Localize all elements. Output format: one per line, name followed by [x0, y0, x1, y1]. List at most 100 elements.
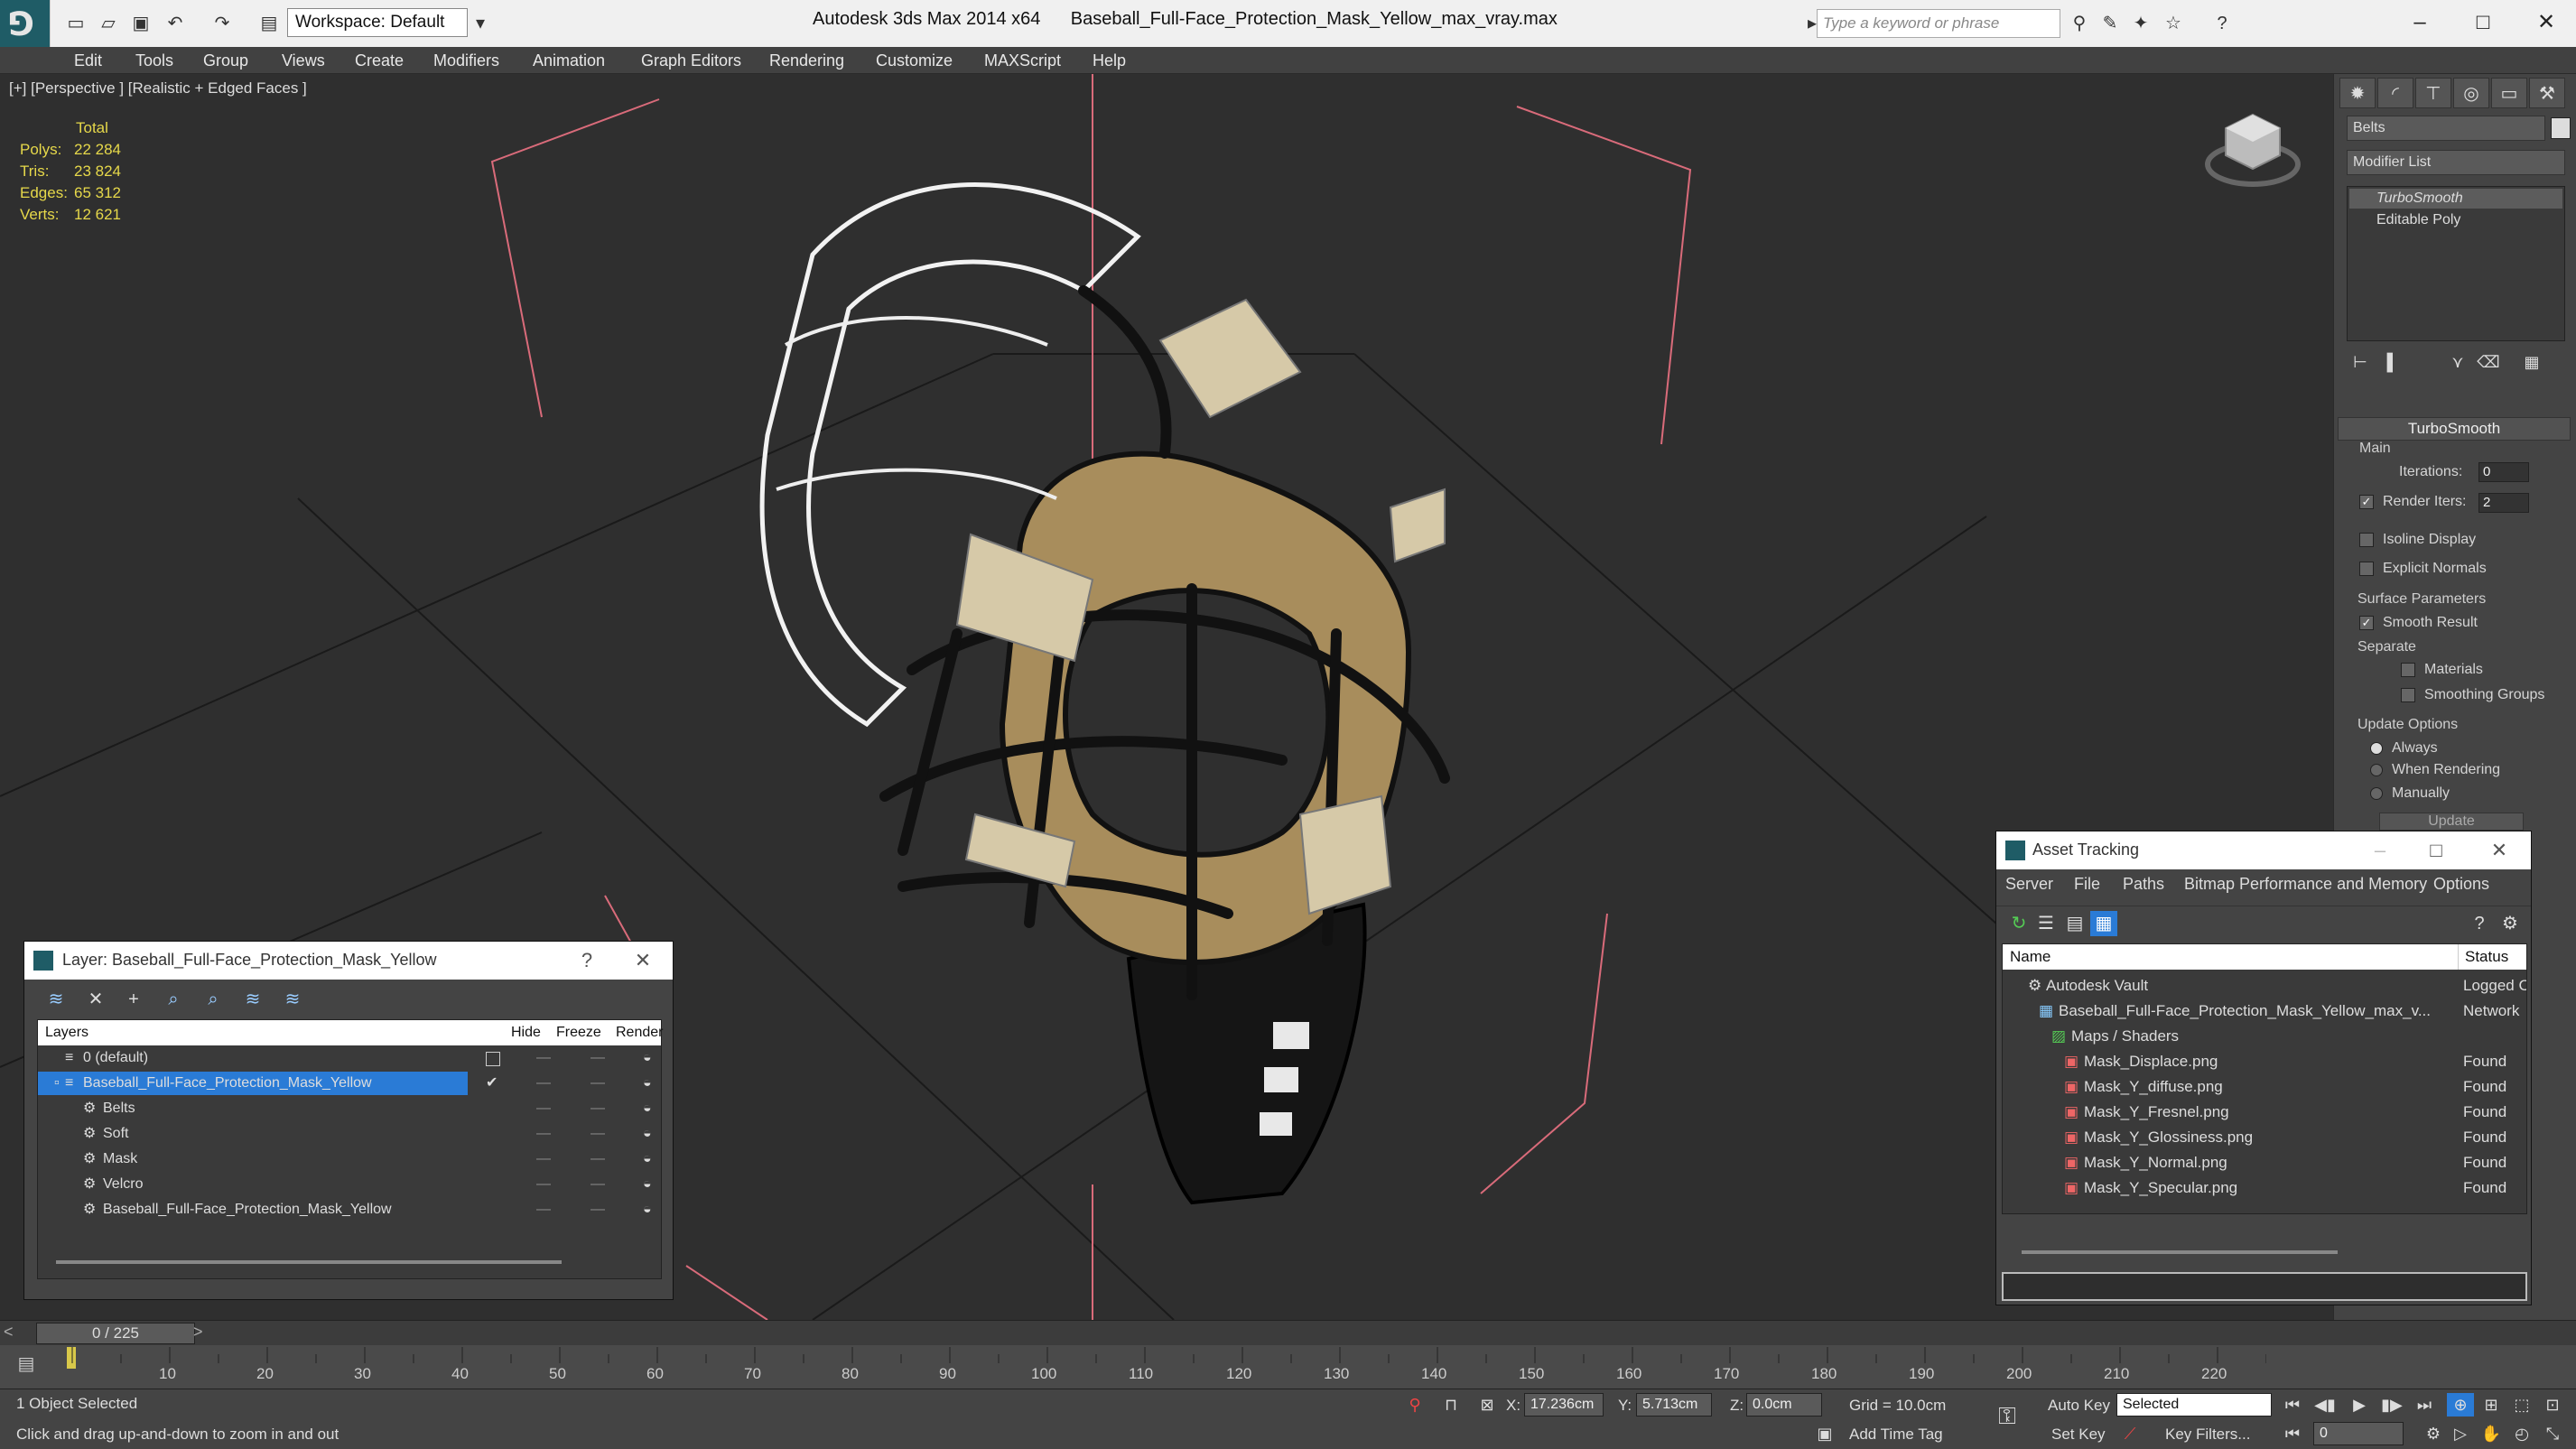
maximize-viewport-icon[interactable]: ⊡ — [2539, 1393, 2566, 1416]
layer-dialog-titlebar[interactable]: Layer: Baseball_Full-Face_Protection_Mas… — [24, 942, 673, 980]
hide-toggle-icon[interactable]: — — [536, 1045, 551, 1071]
help-icon[interactable]: ? — [2209, 11, 2236, 36]
help-icon[interactable]: ? — [2466, 911, 2493, 936]
key-filters-button[interactable]: Key Filters... — [2165, 1426, 2250, 1444]
hide-toggle-icon[interactable]: — — [536, 1172, 551, 1197]
freeze-toggle-icon[interactable]: — — [591, 1096, 605, 1121]
current-layer-check-icon[interactable]: ✔ — [486, 1071, 498, 1096]
object-color-swatch[interactable] — [2551, 117, 2571, 139]
asset-row[interactable]: ⚙ Autodesk Vault Logged C — [2003, 973, 2526, 999]
layer-object-row[interactable]: ⚙ Baseball_Full-Face_Protection_Mask_Yel… — [38, 1197, 661, 1222]
horizontal-scrollbar[interactable] — [56, 1260, 562, 1264]
layer-object-row[interactable]: ⚙ Velcro — — ◒ — [38, 1172, 661, 1197]
column-divider[interactable] — [2458, 944, 2459, 970]
show-end-result-icon[interactable]: ▌ — [2379, 350, 2406, 374]
pin-stack-icon[interactable]: ⊢ — [2347, 350, 2374, 374]
materials-checkbox[interactable] — [2401, 663, 2415, 677]
freeze-toggle-icon[interactable]: — — [591, 1197, 605, 1222]
modify-tab-icon[interactable]: ◜ — [2377, 78, 2413, 108]
track-bar[interactable]: ▤ 10 20 30 40 50 60 70 80 90 100 110 120… — [0, 1345, 2576, 1389]
redo-icon[interactable]: ↷ — [209, 11, 235, 36]
freeze-toggle-icon[interactable]: — — [591, 1045, 605, 1071]
asset-row[interactable]: ▣ Mask_Y_Glossiness.png Found — [2003, 1125, 2526, 1150]
stack-item-editable-poly[interactable]: Editable Poly — [2349, 210, 2562, 230]
asset-dialog-titlebar[interactable]: Asset Tracking – □ ✕ — [1996, 831, 2531, 869]
render-teapot-icon[interactable]: ◒ — [643, 1197, 652, 1222]
minimize-button[interactable]: – — [2367, 837, 2394, 864]
freeze-all-layers-icon[interactable]: ≋ — [279, 987, 306, 1012]
zoom-all-icon[interactable]: ⊞ — [2478, 1393, 2505, 1416]
freeze-toggle-icon[interactable]: — — [591, 1147, 605, 1172]
app-logo[interactable]: ⅁ — [0, 0, 51, 47]
render-iters-spinner[interactable]: 2 — [2478, 493, 2529, 513]
remove-modifier-icon[interactable]: ⌫ — [2475, 350, 2502, 374]
set-key-icon[interactable]: ⟋ — [2116, 1422, 2144, 1445]
asset-menu-bitmap[interactable]: Bitmap Performance and Memory — [2184, 875, 2427, 894]
add-to-layer-icon[interactable]: + — [120, 987, 147, 1012]
chevron-down-icon[interactable]: ▾ — [468, 11, 493, 36]
asset-row[interactable]: ▨ Maps / Shaders — [2003, 1024, 2526, 1049]
asset-row[interactable]: ▣ Mask_Y_diffuse.png Found — [2003, 1074, 2526, 1100]
time-slider[interactable]: < 0 / 225 > — [0, 1320, 2576, 1345]
zoom-region-icon[interactable]: ⬚ — [2508, 1393, 2535, 1416]
add-time-tag[interactable]: Add Time Tag — [1849, 1426, 1943, 1444]
viewport-label[interactable]: [+] [Perspective ] [Realistic + Edged Fa… — [9, 79, 307, 98]
asset-menu-server[interactable]: Server — [2005, 875, 2053, 894]
maximize-button[interactable]: □ — [2456, 7, 2510, 38]
project-folder-icon[interactable]: ▤ — [256, 11, 282, 36]
asset-menu-paths[interactable]: Paths — [2123, 875, 2164, 894]
field-of-view-icon[interactable]: ▷ — [2447, 1422, 2474, 1445]
layer-object-row[interactable]: ⚙ Mask — — ◒ — [38, 1147, 661, 1172]
hide-toggle-icon[interactable]: — — [536, 1121, 551, 1147]
column-hide[interactable]: Hide — [511, 1025, 541, 1041]
open-file-icon[interactable]: ▱ — [96, 11, 121, 36]
highlight-selected-icon[interactable]: ⌕ — [200, 987, 227, 1012]
go-to-end-icon[interactable]: ⏭ — [2411, 1393, 2438, 1416]
grid-view-icon[interactable]: ▦ — [2090, 911, 2117, 936]
explicit-normals-checkbox[interactable] — [2359, 562, 2374, 576]
previous-frame-icon[interactable]: ◀▮ — [2311, 1393, 2339, 1416]
absolute-mode-icon[interactable]: ⊠ — [1474, 1393, 1501, 1416]
set-key-button[interactable]: Set Key — [2051, 1426, 2106, 1444]
isolate-icon[interactable]: ⚲ — [1401, 1393, 1428, 1416]
binoculars-icon[interactable]: ⚲ — [2066, 11, 2093, 36]
hide-toggle-icon[interactable]: — — [536, 1147, 551, 1172]
hide-toggle-icon[interactable]: — — [536, 1071, 551, 1096]
freeze-toggle-icon[interactable]: — — [591, 1172, 605, 1197]
menu-maxscript[interactable]: MAXScript — [984, 47, 1061, 74]
mini-curve-editor-icon[interactable]: ▤ — [13, 1352, 40, 1378]
display-tab-icon[interactable]: ▭ — [2491, 78, 2527, 108]
column-layers[interactable]: Layers — [45, 1025, 88, 1041]
render-iters-checkbox[interactable]: ✓ — [2359, 495, 2374, 509]
menu-views[interactable]: Views — [282, 47, 325, 74]
maximize-toggle-icon[interactable]: ⤡ — [2539, 1422, 2566, 1445]
collapse-icon[interactable]: ▫ — [54, 1071, 60, 1096]
auto-key-button[interactable]: Auto Key — [2048, 1397, 2110, 1415]
current-layer-checkbox[interactable] — [486, 1052, 500, 1066]
manually-radio[interactable] — [2370, 787, 2383, 800]
viewcube[interactable] — [2205, 113, 2301, 187]
help-button[interactable]: ? — [573, 947, 600, 974]
smoothing-groups-checkbox[interactable] — [2401, 688, 2415, 702]
next-frame-icon[interactable]: ▮▶ — [2378, 1393, 2405, 1416]
menu-rendering[interactable]: Rendering — [769, 47, 844, 74]
layer-row[interactable]: ▫ ≡ Baseball_Full-Face_Protection_Mask_Y… — [38, 1071, 661, 1096]
update-button[interactable]: Update — [2379, 813, 2524, 831]
x-coordinate-field[interactable]: 17.236cm — [1524, 1393, 1604, 1416]
chevron-left-icon[interactable]: < — [4, 1323, 14, 1342]
table-view-icon[interactable]: ▤ — [2061, 911, 2088, 936]
menu-edit[interactable]: Edit — [74, 47, 102, 74]
object-name-field[interactable]: Belts — [2347, 116, 2545, 141]
zoom-extents-icon[interactable]: ⊕ — [2447, 1393, 2474, 1416]
settings-icon[interactable]: ⚙ — [2497, 911, 2524, 936]
asset-row[interactable]: ▦ Baseball_Full-Face_Protection_Mask_Yel… — [2003, 999, 2526, 1024]
minimize-button[interactable]: – — [2393, 7, 2447, 38]
time-config-icon[interactable]: ⚙ — [2420, 1422, 2447, 1445]
frame-counter[interactable]: 0 / 225 — [36, 1323, 195, 1344]
render-teapot-icon[interactable]: ◒ — [643, 1121, 652, 1147]
menu-customize[interactable]: Customize — [876, 47, 953, 74]
layer-object-row[interactable]: ⚙ Belts — — ◒ — [38, 1096, 661, 1121]
create-tab-icon[interactable]: ✹ — [2339, 78, 2376, 108]
go-to-start-icon[interactable]: ⏮ — [2279, 1393, 2306, 1416]
lock-selection-icon[interactable]: ⊓ — [1437, 1393, 1465, 1416]
